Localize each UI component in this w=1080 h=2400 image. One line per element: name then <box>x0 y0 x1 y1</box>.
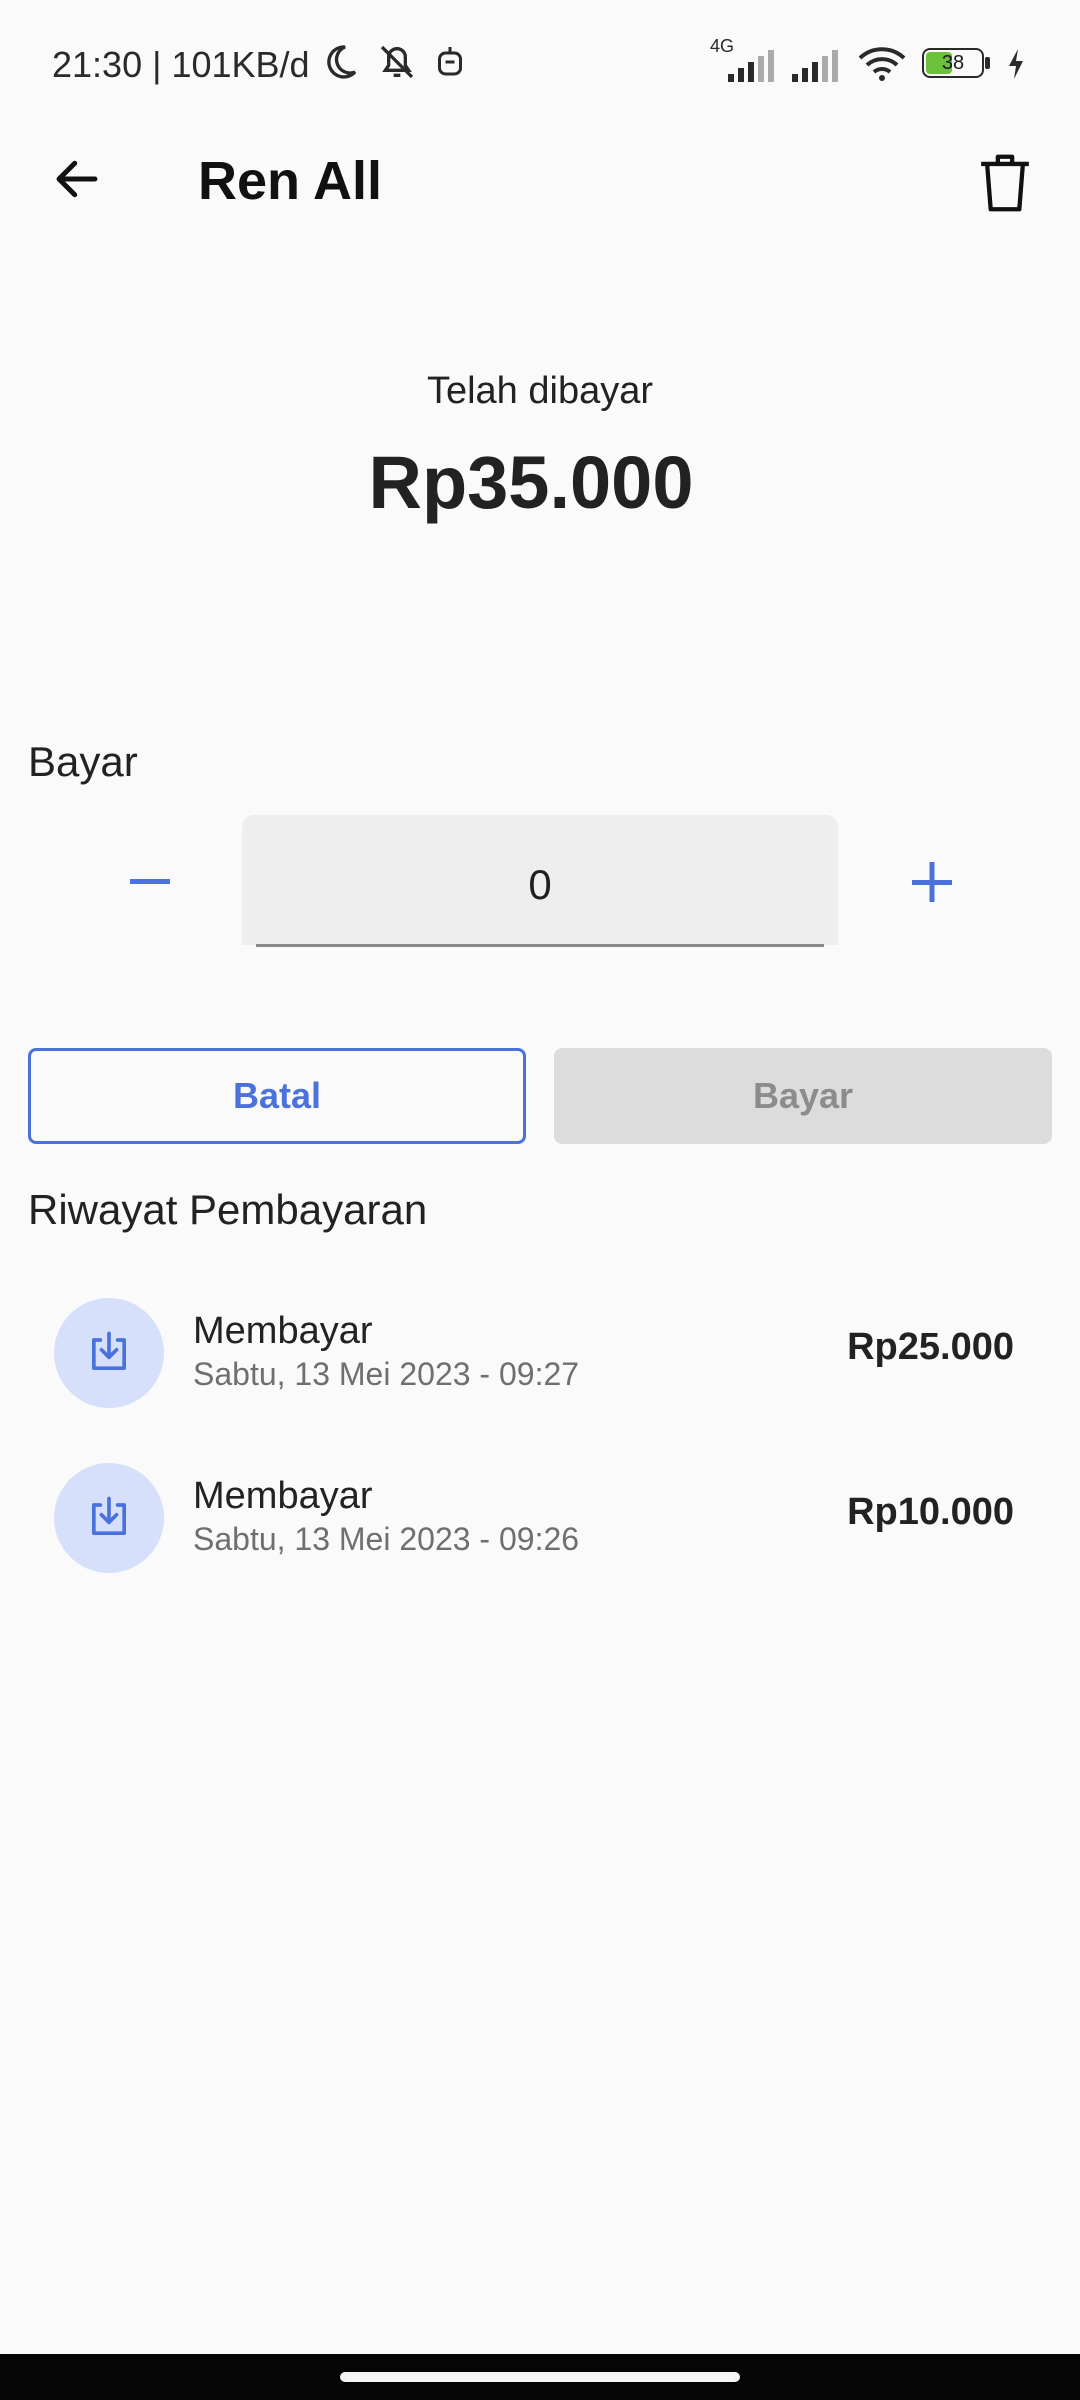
plus-icon <box>912 862 952 902</box>
paid-amount: Rp35.000 <box>368 441 694 524</box>
history-item-date: Sabtu, 13 Mei 2023 - 09:26 <box>193 1521 580 1557</box>
history-item-title: Membayar <box>193 1310 373 1352</box>
download-tray-icon <box>91 1496 127 1536</box>
status-time-speed: 21:30 | 101KB/d <box>52 44 310 85</box>
amount-field[interactable] <box>242 815 838 947</box>
cancel-button[interactable]: Batal <box>28 1048 526 1144</box>
paid-label: Telah dibayar <box>426 370 654 412</box>
history-row[interactable]: Membayar Sabtu, 13 Mei 2023 - 09:26 Rp10… <box>0 1447 1080 1587</box>
home-handle[interactable] <box>340 2372 740 2382</box>
status-right-icons: 4G 38 <box>710 36 1026 86</box>
history-item-amount: Rp10.000 <box>847 1491 1014 1533</box>
history-item-title: Membayar <box>193 1475 373 1517</box>
delete-button[interactable] <box>966 144 1044 222</box>
amount-field-underline <box>256 944 824 947</box>
battery-icon: 38 <box>922 48 992 80</box>
charging-icon <box>1009 49 1023 79</box>
arrow-left-icon <box>56 160 98 198</box>
pay-button[interactable]: Bayar <box>554 1048 1052 1144</box>
decrement-button[interactable] <box>110 842 190 922</box>
bell-off-icon <box>380 45 414 79</box>
page-title: Ren All <box>198 151 383 211</box>
amount-input[interactable] <box>242 815 838 945</box>
signal-icon <box>792 50 838 82</box>
download-tray-icon <box>91 1331 127 1371</box>
history-item-amount: Rp25.000 <box>847 1326 1014 1368</box>
back-button[interactable] <box>40 142 114 216</box>
pay-section-label: Bayar <box>28 738 138 785</box>
history-row[interactable]: Membayar Sabtu, 13 Mei 2023 - 09:27 Rp25… <box>0 1282 1080 1422</box>
battery-level: 38 <box>941 52 965 74</box>
status-left-icons <box>320 42 466 82</box>
wifi-icon <box>858 47 906 81</box>
payment-icon-circle <box>54 1298 164 1408</box>
payment-icon-circle <box>54 1463 164 1573</box>
moon-icon <box>327 45 357 79</box>
robot-icon <box>438 47 462 76</box>
history-title: Riwayat Pembayaran <box>28 1186 428 1233</box>
trash-icon <box>981 154 1029 212</box>
history-item-date: Sabtu, 13 Mei 2023 - 09:27 <box>193 1356 580 1392</box>
signal-4g-icon: 4G <box>710 36 776 84</box>
minus-icon <box>130 879 170 884</box>
increment-button[interactable] <box>892 842 972 922</box>
